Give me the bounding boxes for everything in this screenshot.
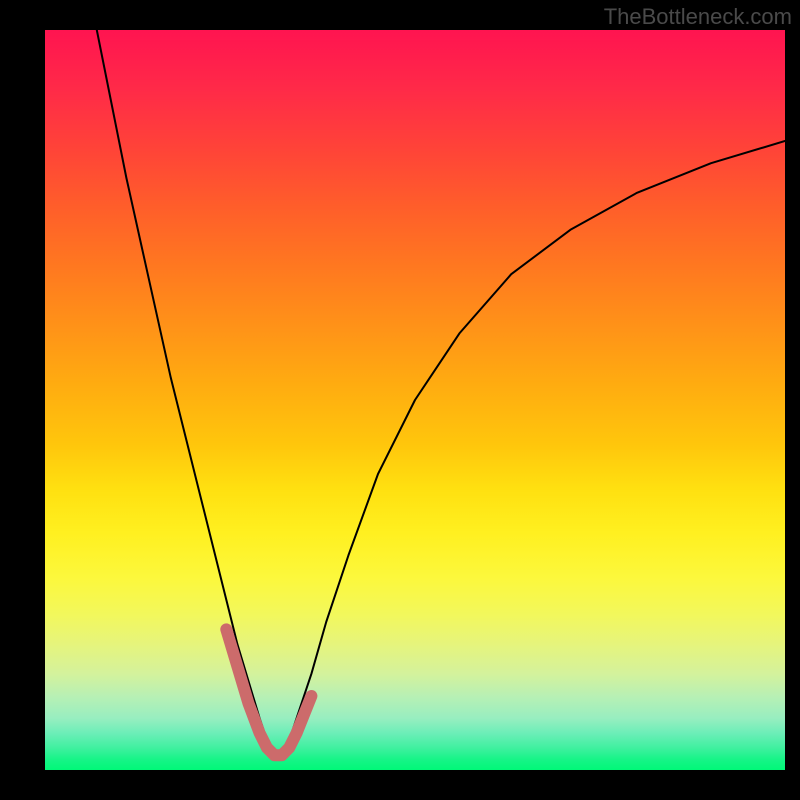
curve-thin — [97, 30, 785, 755]
curve-marker-overlay — [226, 629, 311, 755]
chart-svg — [45, 30, 785, 770]
chart-plot-area — [45, 30, 785, 770]
watermark-text: TheBottleneck.com — [604, 4, 792, 30]
